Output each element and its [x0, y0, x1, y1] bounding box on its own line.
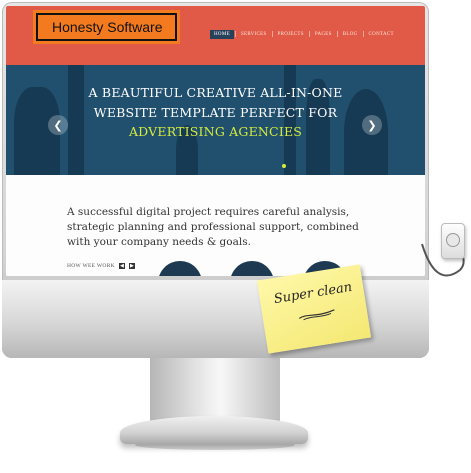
- nav-item-projects[interactable]: PROJECTS: [274, 30, 308, 39]
- hero-silhouette: [284, 65, 296, 175]
- hero-heading-line-2: WEBSITE TEMPLATE PERFECT FOR: [93, 105, 338, 120]
- nav-item-blog[interactable]: BLOG: [339, 30, 362, 39]
- hero-heading-line-1: A BEAUTIFUL CREATIVE ALL-IN-ONE: [88, 85, 343, 100]
- nav-item-contact[interactable]: CONTACT: [365, 30, 398, 39]
- main-nav: HOME SERVICES PROJECTS PAGES BLOG CONTAC…: [210, 28, 398, 40]
- slider-next-button[interactable]: ❯: [362, 115, 382, 135]
- underline-scribble-icon: [298, 309, 335, 321]
- caret-right-icon[interactable]: ▶: [128, 263, 135, 269]
- nav-item-pages[interactable]: PAGES: [311, 30, 336, 39]
- brand-name: Honesty Software: [36, 13, 177, 41]
- site-header: Honesty Software HOME SERVICES PROJECTS …: [6, 6, 425, 65]
- chevron-left-icon: ❮: [53, 118, 63, 132]
- sticky-note-text: Super clean: [272, 279, 354, 308]
- slider-indicator[interactable]: [282, 164, 286, 168]
- nav-item-services[interactable]: SERVICES: [237, 30, 271, 39]
- how-we-work-control: HOW WEE WORK ◀ ▶: [67, 263, 135, 269]
- monitor-stand-base: [120, 416, 308, 444]
- nav-divider: [308, 31, 310, 37]
- nav-divider: [234, 31, 236, 37]
- socket-icon: [446, 233, 460, 247]
- power-outlet-icon: [441, 223, 465, 259]
- nav-item-home[interactable]: HOME: [210, 29, 234, 39]
- monitor-screen: Honesty Software HOME SERVICES PROJECTS …: [6, 6, 425, 276]
- hero-silhouette: [68, 65, 84, 175]
- content-section: A successful digital project requires ca…: [6, 175, 425, 276]
- monitor-stand-neck: [150, 358, 280, 424]
- how-we-work-label[interactable]: HOW WEE WORK: [67, 263, 115, 269]
- chevron-right-icon: ❯: [367, 118, 377, 132]
- slider-prev-button[interactable]: ❮: [48, 115, 68, 135]
- hero-slider: A BEAUTIFUL CREATIVE ALL-IN-ONE WEBSITE …: [6, 65, 425, 175]
- caret-left-icon[interactable]: ◀: [118, 263, 125, 269]
- service-circle[interactable]: [158, 261, 202, 276]
- nav-divider: [362, 31, 364, 37]
- intro-paragraph: A successful digital project requires ca…: [67, 206, 359, 248]
- nav-divider: [271, 31, 273, 37]
- service-circle[interactable]: [230, 261, 274, 276]
- brand-logo[interactable]: Honesty Software: [33, 10, 180, 44]
- nav-divider: [336, 31, 338, 37]
